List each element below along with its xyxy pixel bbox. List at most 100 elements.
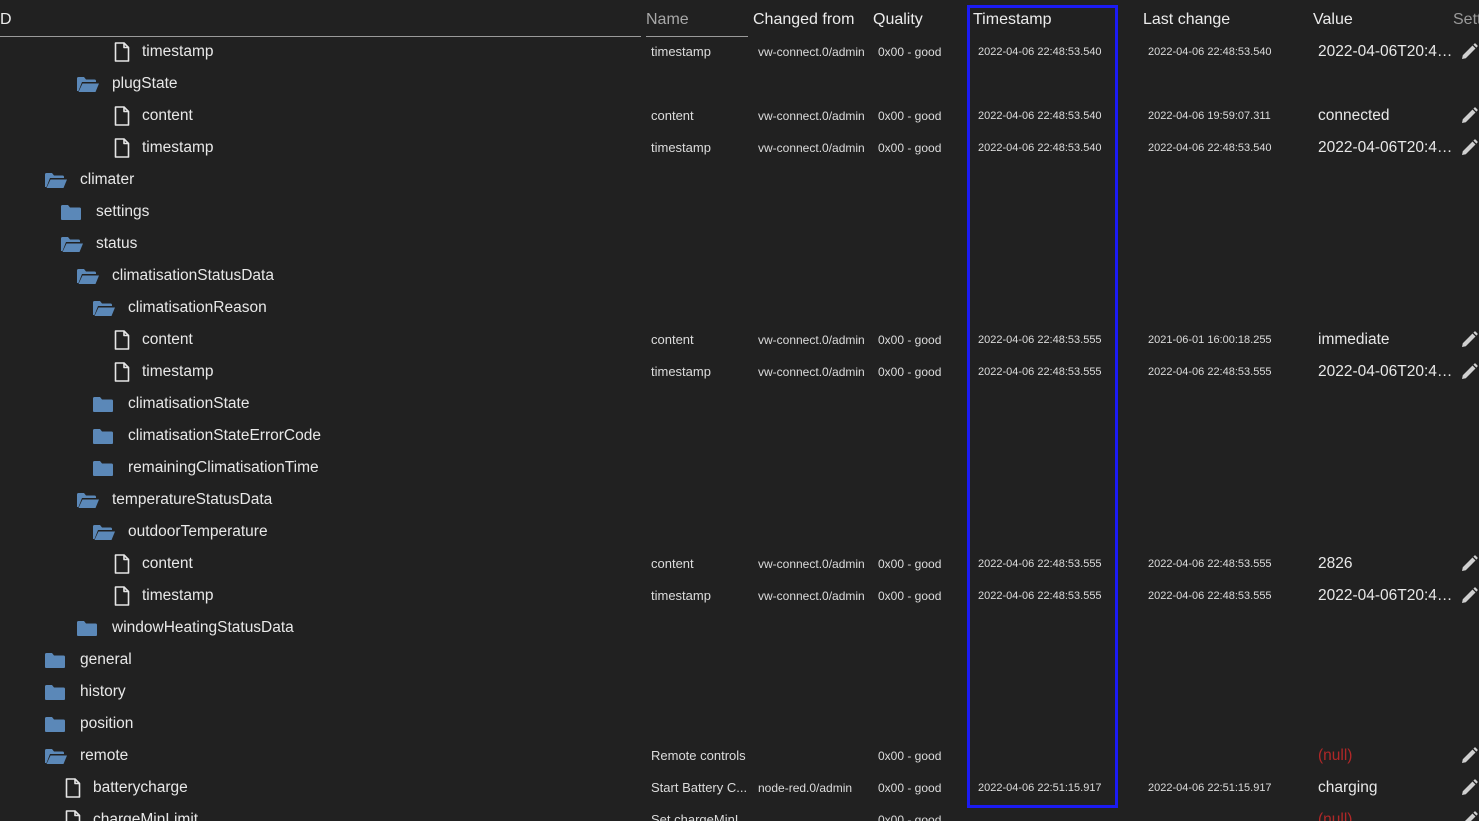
column-header-timestamp[interactable]: Timestamp [973,11,1052,29]
edit-value-pencil-icon[interactable] [1460,100,1479,132]
cell-value[interactable]: 2022-04-06T20:48... [1318,36,1458,68]
tree-node[interactable]: climater [44,164,134,196]
cell-value[interactable]: (null) [1318,804,1458,821]
tree-node[interactable]: climatisationStatusData [76,260,274,292]
tree-node-label: climater [80,171,135,188]
cell-value[interactable]: 2022-04-06T20:44... [1318,580,1458,612]
table-row[interactable]: temperatureStatusData [0,484,1479,516]
tree-node[interactable]: remote [44,740,128,772]
cell-value[interactable]: connected [1318,100,1458,132]
edit-value-pencil-icon[interactable] [1460,580,1479,612]
edit-value-pencil-icon[interactable] [1460,36,1479,68]
cell-value[interactable]: charging [1318,772,1458,804]
tree-node[interactable]: timestamp [114,36,214,68]
folder-open-icon[interactable] [76,260,102,292]
tree-node[interactable]: timestamp [114,580,214,612]
table-row[interactable]: position [0,708,1479,740]
tree-node[interactable]: timestamp [114,132,214,164]
folder-icon[interactable] [44,644,70,676]
folder-icon[interactable] [76,612,102,644]
table-row[interactable]: climater [0,164,1479,196]
folder-open-icon[interactable] [76,68,102,100]
table-row[interactable]: content content vw-connect.0/admin 0x00 - g… [0,100,1479,132]
folder-open-icon[interactable] [92,516,118,548]
column-header-id[interactable]: D [0,11,12,29]
tree-node[interactable]: climatisationStateErrorCode [92,420,321,452]
tree-node-label: remote [80,747,129,764]
column-header-name[interactable]: Name [646,11,689,29]
cell-value[interactable]: immediate [1318,324,1458,356]
tree-node[interactable]: chargeMinLimit [65,804,198,821]
table-row[interactable]: status [0,228,1479,260]
folder-open-icon[interactable] [92,292,118,324]
tree-node[interactable]: plugState [76,68,178,100]
cell-value[interactable]: 2022-04-06T20:43... [1318,356,1458,388]
edit-value-pencil-icon[interactable] [1460,324,1479,356]
table-row[interactable]: climatisationStatusData [0,260,1479,292]
cell-value[interactable]: 2826 [1318,548,1458,580]
tree-node[interactable]: settings [60,196,149,228]
folder-open-icon[interactable] [44,740,70,772]
tree-node[interactable]: temperatureStatusData [76,484,272,516]
cell-value[interactable]: 2022-04-06T20:48... [1318,132,1458,164]
column-header-changed-from[interactable]: Changed from [753,11,854,29]
table-row[interactable]: outdoorTemperature [0,516,1479,548]
tree-node[interactable]: windowHeatingStatusData [76,612,294,644]
cell-value[interactable]: (null) [1318,740,1458,772]
column-header-quality[interactable]: Quality [873,11,923,29]
tree-node[interactable]: climatisationState [92,388,249,420]
folder-open-icon[interactable] [44,164,70,196]
tree-node[interactable]: status [60,228,137,260]
edit-value-pencil-icon[interactable] [1460,132,1479,164]
table-row[interactable]: timestamp timestamp vw-connect.0/admin 0x00… [0,356,1479,388]
tree-node[interactable]: position [44,708,133,740]
folder-icon[interactable] [60,196,86,228]
folder-icon[interactable] [92,420,118,452]
table-row[interactable]: chargeMinLimit Set chargeMinL... 0x00 - go… [0,804,1479,821]
table-row[interactable]: climatisationStateErrorCode [0,420,1479,452]
tree-node[interactable]: remainingClimatisationTime [92,452,319,484]
table-row[interactable]: plugState [0,68,1479,100]
edit-value-pencil-icon[interactable] [1460,548,1479,580]
edit-value-pencil-icon[interactable] [1460,740,1479,772]
cell-changed-from: vw-connect.0/admin [758,109,865,123]
folder-open-icon[interactable] [76,484,102,516]
cell-name: timestamp [651,44,711,59]
column-header-value[interactable]: Value [1313,11,1353,29]
edit-value-pencil-icon[interactable] [1460,804,1479,821]
cell-changed-from: vw-connect.0/admin [758,557,865,571]
table-row[interactable]: history [0,676,1479,708]
tree-node[interactable]: content [114,324,193,356]
tree-node[interactable]: content [114,548,193,580]
column-header-settings[interactable]: Sett [1453,11,1479,29]
tree-node[interactable]: batterycharge [65,772,188,804]
table-row[interactable]: remote Remote controls 0x00 - good (null) [0,740,1479,772]
folder-icon[interactable] [92,452,118,484]
tree-node[interactable]: outdoorTemperature [92,516,268,548]
table-row[interactable]: content content vw-connect.0/admin 0x00 - g… [0,548,1479,580]
edit-value-pencil-icon[interactable] [1460,772,1479,804]
table-row[interactable]: windowHeatingStatusData [0,612,1479,644]
folder-icon[interactable] [44,676,70,708]
table-row[interactable]: timestamp timestamp vw-connect.0/admin 0x00… [0,36,1479,68]
tree-node[interactable]: timestamp [114,356,214,388]
cell-quality: 0x00 - good [878,109,942,123]
tree-node[interactable]: content [114,100,193,132]
tree-node[interactable]: general [44,644,132,676]
edit-value-pencil-icon[interactable] [1460,356,1479,388]
table-row[interactable]: general [0,644,1479,676]
folder-icon[interactable] [92,388,118,420]
tree-node[interactable]: history [44,676,126,708]
tree-node[interactable]: climatisationReason [92,292,267,324]
table-row[interactable]: content content vw-connect.0/admin 0x00 - g… [0,324,1479,356]
table-row[interactable]: settings [0,196,1479,228]
table-row[interactable]: batterycharge Start Battery C... node-red.… [0,772,1479,804]
column-header-last-change[interactable]: Last change [1143,11,1230,29]
table-row[interactable]: climatisationState [0,388,1479,420]
table-row[interactable]: remainingClimatisationTime [0,452,1479,484]
folder-open-icon[interactable] [60,228,86,260]
folder-icon[interactable] [44,708,70,740]
table-row[interactable]: timestamp timestamp vw-connect.0/admin 0x00… [0,580,1479,612]
table-row[interactable]: timestamp timestamp vw-connect.0/admin 0x00… [0,132,1479,164]
table-row[interactable]: climatisationReason [0,292,1479,324]
